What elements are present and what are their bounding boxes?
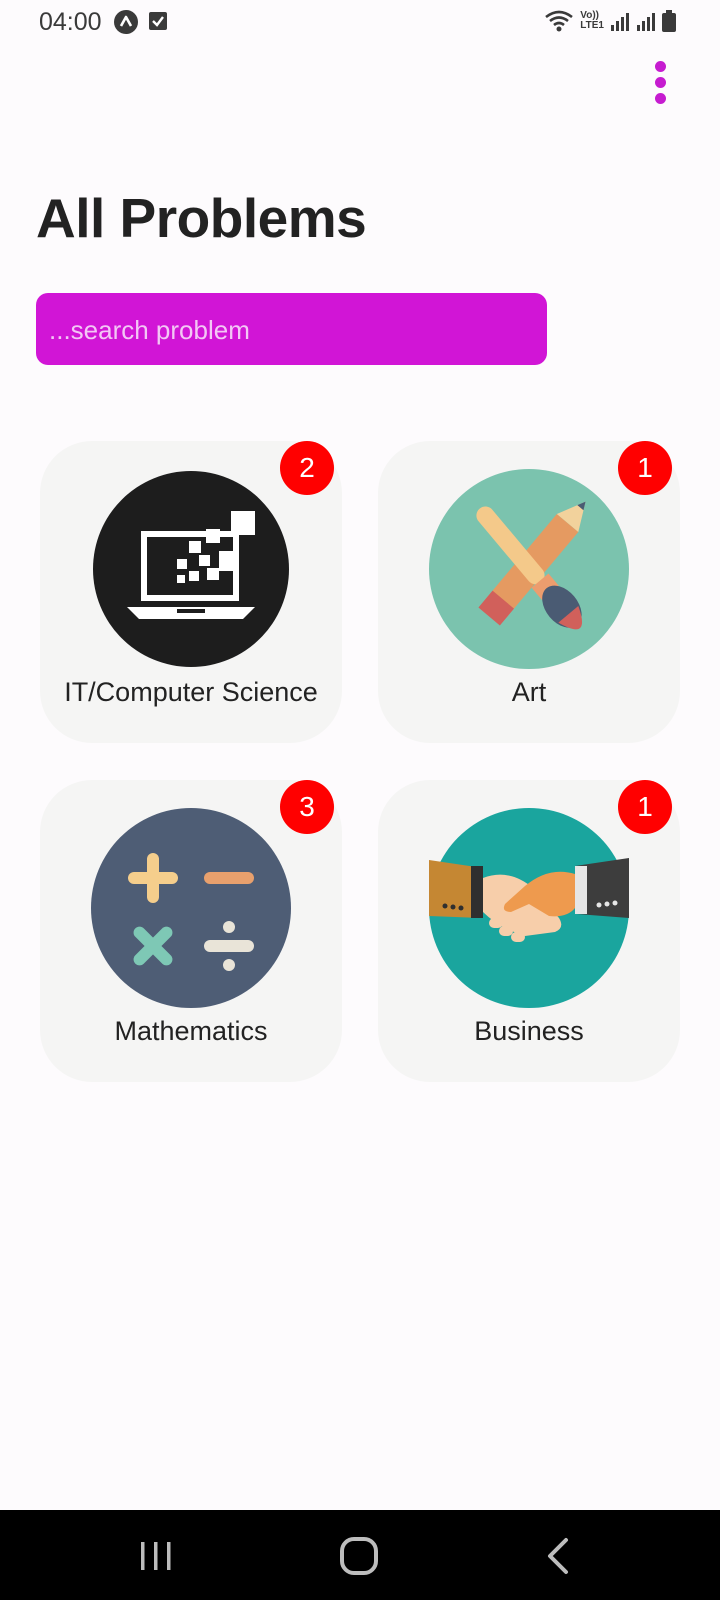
category-label: Business xyxy=(474,1016,584,1046)
category-card-mathematics[interactable]: Mathematics 3 xyxy=(40,780,342,1082)
network-label-bottom: LTE1 xyxy=(580,20,604,31)
handshake-icon xyxy=(429,808,629,1008)
count-badge: 1 xyxy=(618,441,672,495)
status-icons: Vo)) LTE1 xyxy=(544,9,676,33)
category-label: Art xyxy=(511,677,547,707)
network-label: Vo)) LTE1 xyxy=(580,11,604,31)
category-label: IT/Computer Science xyxy=(64,677,318,707)
category-card-art[interactable]: Art 1 xyxy=(378,441,680,743)
math-operators-icon xyxy=(91,808,291,1008)
a-circle-icon xyxy=(114,10,138,34)
home-icon[interactable] xyxy=(337,1534,381,1578)
battery-icon xyxy=(662,10,676,32)
recents-icon[interactable] xyxy=(134,1534,178,1578)
count-badge: 3 xyxy=(280,780,334,834)
signal-icon xyxy=(637,13,655,31)
back-icon[interactable] xyxy=(538,1534,582,1578)
category-card-business[interactable]: Business 1 xyxy=(378,780,680,1082)
search-box[interactable] xyxy=(36,293,547,367)
pencil-brush-icon xyxy=(429,469,629,669)
page-title: All Problems xyxy=(36,187,367,249)
category-label: Mathematics xyxy=(114,1016,268,1046)
laptop-icon xyxy=(93,471,289,667)
more-vert-icon[interactable] xyxy=(646,58,676,106)
signal-icon xyxy=(611,13,629,31)
category-card-it[interactable]: IT/Computer Science 2 xyxy=(40,441,342,743)
status-bar: 04:00 Vo)) LTE1 xyxy=(0,0,720,44)
count-badge: 1 xyxy=(618,780,672,834)
wifi-icon xyxy=(545,10,574,32)
status-time: 04:00 xyxy=(39,8,102,36)
search-input[interactable] xyxy=(47,293,531,367)
check-square-icon xyxy=(149,12,167,30)
count-badge: 2 xyxy=(280,441,334,495)
navigation-bar xyxy=(0,1510,720,1600)
